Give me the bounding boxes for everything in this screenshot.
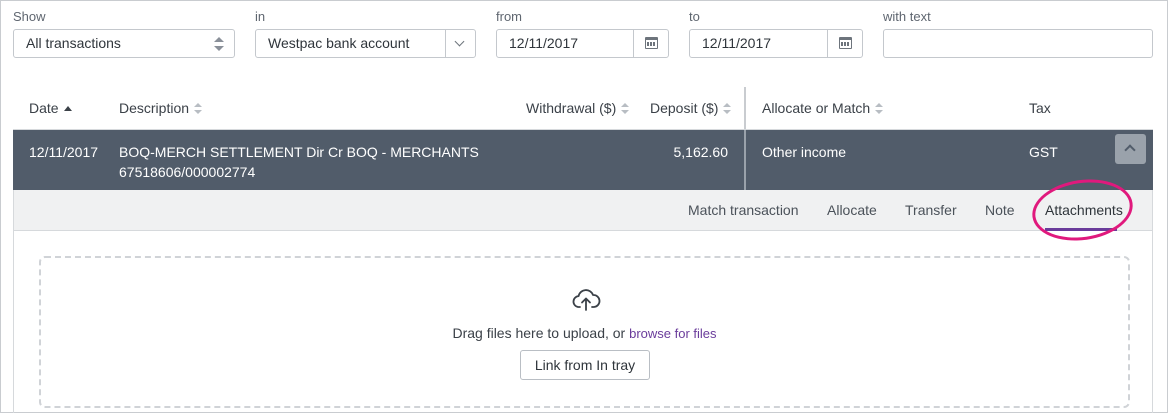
show-select[interactable]: All transactions [13, 29, 235, 58]
chevron-up-icon [1124, 144, 1136, 156]
column-tax: Tax [1029, 99, 1051, 117]
account-select-value: Westpac bank account [268, 35, 410, 51]
row-deposit: 5,162.60 [673, 144, 729, 160]
column-allocate-label: Allocate or Match [762, 100, 871, 116]
column-divider [744, 87, 746, 129]
to-date-field[interactable]: 12/11/2017 [689, 29, 863, 58]
drop-instructions: Drag files here to upload, or browse for… [41, 325, 1128, 341]
column-withdrawal[interactable]: Withdrawal ($) [526, 99, 630, 117]
column-date-label: Date [29, 100, 59, 116]
cloud-upload-icon [572, 289, 601, 311]
column-divider [744, 130, 746, 190]
updown-icon [214, 37, 224, 51]
filter-show: Show All transactions [13, 10, 235, 58]
row-description-line2: 67518606/000002774 [119, 164, 256, 180]
show-select-value: All transactions [26, 35, 121, 51]
calendar-icon [645, 37, 658, 49]
column-deposit[interactable]: Deposit ($) [650, 99, 732, 117]
transaction-tabs: Match transaction Allocate Transfer Note… [13, 190, 1153, 231]
sort-ascending-icon [63, 106, 72, 111]
row-allocate[interactable]: Other income [762, 142, 846, 162]
column-deposit-label: Deposit ($) [650, 100, 719, 116]
with-text-input[interactable] [883, 29, 1153, 58]
from-calendar-button[interactable] [633, 30, 668, 57]
filter-with-text: with text [883, 10, 1153, 58]
column-date[interactable]: Date [29, 99, 72, 117]
filter-show-label: Show [13, 9, 46, 24]
sort-icon [875, 103, 884, 114]
table-row-selected[interactable]: 12/11/2017 BOQ-MERCH SETTLEMENT Dir Cr B… [13, 130, 1153, 190]
from-date-value: 12/11/2017 [509, 35, 579, 51]
row-tax[interactable]: GST [1029, 142, 1058, 162]
filter-in: in Westpac bank account [255, 10, 476, 58]
collapse-row-button[interactable] [1115, 134, 1146, 164]
filter-to-label: to [689, 9, 700, 24]
from-date-field[interactable]: 12/11/2017 [496, 29, 669, 58]
column-withdrawal-label: Withdrawal ($) [526, 100, 617, 116]
attachments-panel: Drag files here to upload, or browse for… [13, 231, 1153, 413]
filter-with-text-label: with text [883, 9, 931, 24]
sort-icon [194, 103, 203, 114]
browse-for-files-link[interactable]: browse for files [629, 326, 716, 341]
to-calendar-button[interactable] [827, 30, 862, 57]
column-tax-label: Tax [1029, 100, 1051, 116]
filter-to: to 12/11/2017 [689, 10, 863, 58]
file-dropzone[interactable]: Drag files here to upload, or browse for… [39, 256, 1130, 408]
tab-match-transaction[interactable]: Match transaction [688, 201, 799, 219]
to-date-value: 12/11/2017 [702, 35, 772, 51]
filter-from: from 12/11/2017 [496, 10, 669, 58]
sort-icon [621, 103, 630, 114]
link-from-in-tray-button[interactable]: Link from In tray [520, 350, 650, 380]
row-description: BOQ-MERCH SETTLEMENT Dir Cr BOQ - MERCHA… [119, 142, 539, 182]
tab-note[interactable]: Note [985, 201, 1015, 219]
table-header: Date Description Withdrawal ($) Deposit … [13, 87, 1153, 130]
column-allocate[interactable]: Allocate or Match [762, 99, 884, 117]
filter-from-label: from [496, 9, 522, 24]
tab-allocate[interactable]: Allocate [827, 201, 877, 219]
chevron-down-icon [454, 36, 465, 47]
row-description-line1: BOQ-MERCH SETTLEMENT Dir Cr BOQ - MERCHA… [119, 144, 479, 160]
drop-prompt: Drag files here to upload, or [452, 325, 626, 341]
column-description[interactable]: Description [119, 99, 203, 117]
row-date: 12/11/2017 [29, 144, 99, 160]
sort-icon [723, 103, 732, 114]
column-description-label: Description [119, 100, 190, 116]
calendar-icon [839, 37, 852, 49]
tab-transfer[interactable]: Transfer [905, 201, 957, 219]
account-select[interactable]: Westpac bank account [255, 29, 476, 58]
account-dropdown-button[interactable] [445, 30, 475, 57]
filter-in-label: in [255, 9, 266, 24]
